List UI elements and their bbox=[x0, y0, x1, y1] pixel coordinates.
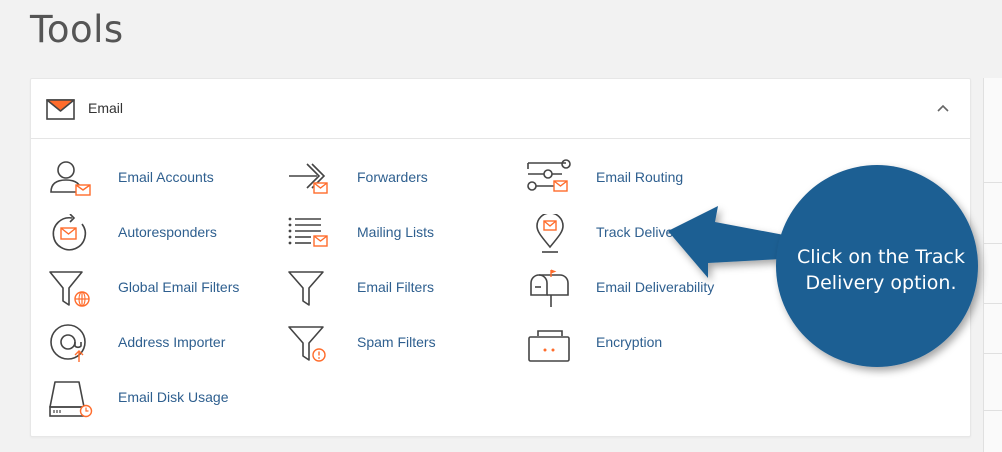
callout-graphic bbox=[668, 165, 978, 367]
callout-text: Click on the Track Delivery option. bbox=[797, 246, 965, 294]
